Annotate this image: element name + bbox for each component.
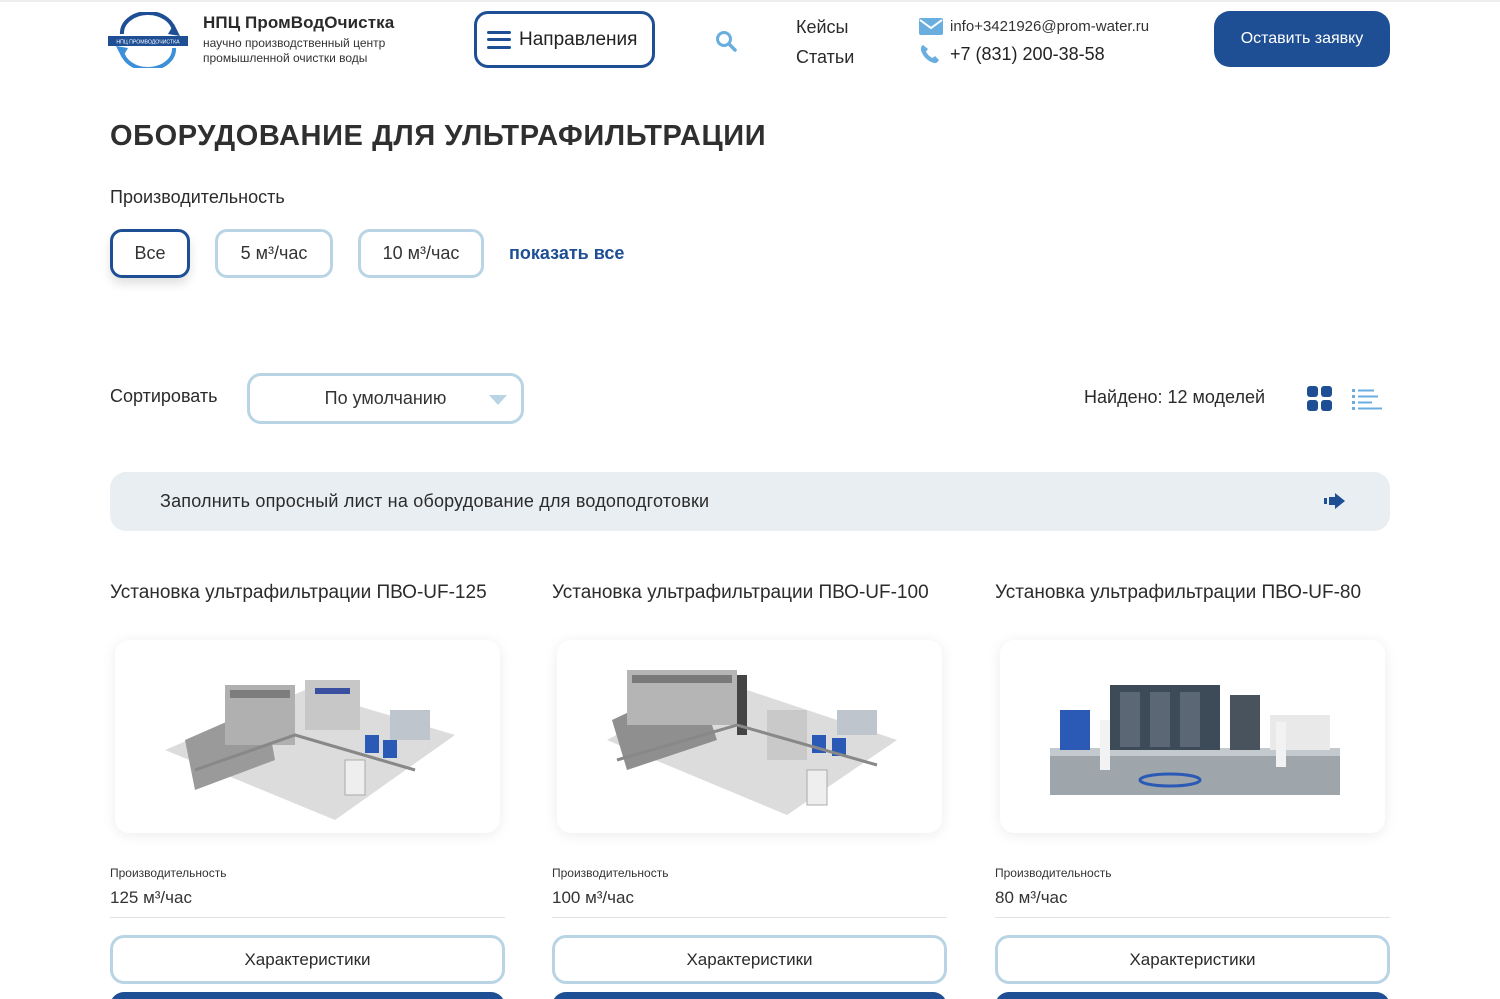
divider: [110, 917, 505, 918]
spec-value: 80 м³/час: [995, 888, 1068, 907]
questionnaire-banner[interactable]: Заполнить опросный лист на оборудование …: [110, 472, 1390, 531]
brand: НПЦ ПромВодОчистка научно производственн…: [203, 13, 433, 66]
product-title[interactable]: Установка ультрафильтрации ПВО-UF-80: [995, 582, 1390, 604]
divider: [995, 917, 1390, 918]
email-text: info+3421926@prom-water.ru: [950, 17, 1150, 35]
product-image[interactable]: [115, 640, 500, 833]
request-button[interactable]: Оставить заявку: [1214, 11, 1390, 67]
filter-chips: Все 5 м³/час 10 м³/час показать все: [110, 229, 624, 278]
company-logo[interactable]: НПЦ ПРОМВОДОЧИСТКА: [108, 12, 188, 68]
sort-label: Сортировать: [110, 386, 218, 406]
spec-value: 100 м³/час: [552, 888, 634, 907]
characteristics-button[interactable]: Характеристики: [995, 935, 1390, 984]
show-all-link[interactable]: показать все: [509, 243, 624, 264]
arrow-right-icon: [1324, 493, 1345, 509]
contacts: info+3421926@prom-water.ru +7 (831) 200-…: [918, 12, 1149, 68]
product-image[interactable]: [557, 640, 942, 833]
equipment-image: [1050, 685, 1340, 795]
filter-label: Производительность: [110, 187, 285, 207]
menu-icon: [487, 30, 511, 49]
spec-label: Производительность: [552, 866, 669, 880]
list-view-icon[interactable]: [1352, 388, 1382, 410]
product-card: Установка ультрафильтрации ПВО-UF-125 Пр…: [110, 582, 505, 999]
product-title[interactable]: Установка ультрафильтрации ПВО-UF-100: [552, 582, 947, 604]
product-title[interactable]: Установка ультрафильтрации ПВО-UF-125: [110, 582, 505, 604]
page-title: ОБОРУДОВАНИЕ ДЛЯ УЛЬТРАФИЛЬТРАЦИИ: [110, 120, 767, 152]
characteristics-button[interactable]: Характеристики: [110, 935, 505, 984]
phone-text: +7 (831) 200-38-58: [950, 43, 1105, 64]
top-border: [0, 0, 1500, 2]
divider: [552, 917, 947, 918]
brand-subtitle: научно производственный центр промышленн…: [203, 36, 386, 65]
directions-label: Направления: [519, 28, 638, 50]
found-count: Найдено: 12 моделей: [1084, 387, 1266, 407]
sort-select[interactable]: По умолчанию: [247, 373, 524, 424]
grid-view-icon[interactable]: [1306, 385, 1334, 413]
spec-label: Производительность: [995, 866, 1112, 880]
nav-links: Кейсы Статьи: [796, 12, 854, 72]
equipment-image: [607, 670, 897, 815]
product-image[interactable]: [1000, 640, 1385, 833]
spec-value: 125 м³/час: [110, 888, 192, 907]
order-button[interactable]: [110, 992, 505, 999]
phone-row[interactable]: +7 (831) 200-38-58: [918, 40, 1149, 68]
directions-button[interactable]: Направления: [474, 11, 655, 68]
chevron-down-icon: [489, 395, 507, 405]
search-icon[interactable]: [714, 29, 738, 53]
email-row[interactable]: info+3421926@prom-water.ru: [918, 12, 1149, 40]
brand-name: НПЦ ПромВодОчистка: [203, 13, 395, 32]
product-card: Установка ультрафильтрации ПВО-UF-80 Про…: [995, 582, 1390, 999]
envelope-icon: [919, 18, 943, 35]
filter-chip-all[interactable]: Все: [110, 229, 190, 278]
product-card: Установка ультрафильтрации ПВО-UF-100 Пр…: [552, 582, 947, 999]
order-button[interactable]: [552, 992, 947, 999]
sort-selected-value: По умолчанию: [324, 388, 447, 408]
spec-label: Производительность: [110, 866, 227, 880]
order-button[interactable]: [995, 992, 1390, 999]
nav-link-cases[interactable]: Кейсы: [796, 12, 854, 42]
filter-chip-5[interactable]: 5 м³/час: [215, 229, 333, 278]
filter-chip-10[interactable]: 10 м³/час: [358, 229, 484, 278]
logo-text: НПЦ ПРОМВОДОЧИСТКА: [116, 40, 180, 46]
equipment-image: [165, 680, 455, 820]
banner-text: Заполнить опросный лист на оборудование …: [160, 491, 710, 511]
phone-icon: [920, 45, 939, 64]
nav-link-articles[interactable]: Статьи: [796, 42, 854, 72]
characteristics-button[interactable]: Характеристики: [552, 935, 947, 984]
